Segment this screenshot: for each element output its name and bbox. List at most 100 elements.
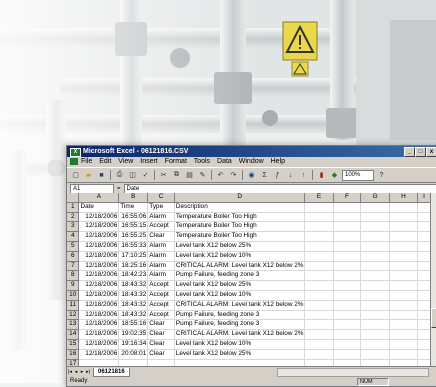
cell-empty[interactable] xyxy=(417,339,431,350)
open-icon[interactable]: ▰ xyxy=(83,170,94,181)
cell-empty[interactable] xyxy=(360,251,390,262)
cell-a[interactable]: Date xyxy=(78,202,120,213)
cell-b[interactable]: 16:55:06 xyxy=(118,212,149,223)
cell-empty[interactable] xyxy=(333,231,362,242)
cell-empty[interactable] xyxy=(333,290,362,301)
copy-icon[interactable]: ⧉ xyxy=(171,170,182,181)
menu-data[interactable]: Data xyxy=(217,158,232,165)
cell-a[interactable]: 12/18/2006 xyxy=(78,231,120,242)
undo-icon[interactable]: ↶ xyxy=(215,170,226,181)
column-header[interactable]: H xyxy=(389,193,418,203)
cell-empty[interactable] xyxy=(333,319,362,331)
cell-c[interactable]: Clear xyxy=(147,319,175,331)
close-button[interactable]: x xyxy=(426,147,436,157)
cell-c[interactable]: Accept xyxy=(147,310,175,321)
cell-d[interactable]: Temperature Boiler Too High xyxy=(174,231,306,242)
cell-a[interactable]: 12/18/2006 xyxy=(78,329,120,340)
cell-empty[interactable] xyxy=(417,251,431,262)
cell-empty[interactable] xyxy=(333,202,362,213)
redo-icon[interactable]: ↷ xyxy=(228,170,239,181)
workbook-icon[interactable] xyxy=(70,158,78,165)
column-header[interactable]: G xyxy=(360,193,390,203)
minimize-button[interactable]: _ xyxy=(404,147,415,157)
cell-b[interactable]: 18:43:32 xyxy=(118,280,149,291)
row-header[interactable]: 10 xyxy=(67,290,80,301)
cell-empty[interactable] xyxy=(304,329,334,340)
cell-d[interactable]: Pump Failure, feeding zone 3 xyxy=(174,310,306,321)
cell-empty[interactable] xyxy=(304,251,334,262)
cell-empty[interactable] xyxy=(417,359,431,366)
cell-empty[interactable] xyxy=(360,339,390,350)
cell-empty[interactable] xyxy=(360,359,390,366)
cell-d[interactable]: CRITICAL ALARM: Level tank X12 below 2% xyxy=(174,329,306,340)
row-header[interactable]: 13 xyxy=(67,319,80,331)
cell-empty[interactable] xyxy=(389,290,418,301)
row-header[interactable]: 2 xyxy=(67,212,80,223)
cell-b[interactable]: 18:55:16 xyxy=(118,319,149,331)
cell-empty[interactable] xyxy=(360,280,390,291)
drawing-icon[interactable]: ◆ xyxy=(329,170,340,181)
cell-empty[interactable] xyxy=(333,359,362,366)
cell-empty[interactable] xyxy=(417,319,431,331)
chart-icon[interactable]: ▮ xyxy=(316,170,327,181)
cell-empty[interactable] xyxy=(417,270,431,282)
cell-a[interactable]: 12/18/2006 xyxy=(78,300,120,311)
cell-c[interactable]: Type xyxy=(147,202,175,213)
cell-empty[interactable] xyxy=(360,319,390,331)
cell-a[interactable]: 12/18/2006 xyxy=(78,280,120,291)
menu-format[interactable]: Format xyxy=(165,158,187,165)
cell-empty[interactable] xyxy=(304,231,334,242)
spelling-icon[interactable]: ✓ xyxy=(140,170,151,181)
cell-d[interactable]: Description xyxy=(174,202,306,213)
cell-empty[interactable] xyxy=(417,261,431,272)
name-box[interactable]: A1 xyxy=(70,183,114,194)
cell-b[interactable]: 16:55:15 xyxy=(118,221,149,233)
cell-empty[interactable] xyxy=(304,261,334,272)
cell-empty[interactable] xyxy=(360,261,390,272)
menu-insert[interactable]: Insert xyxy=(140,158,158,165)
cell-a[interactable]: 12/18/2006 xyxy=(78,349,120,360)
preview-icon[interactable]: ◫ xyxy=(127,170,138,181)
cell-empty[interactable] xyxy=(333,241,362,252)
menu-edit[interactable]: Edit xyxy=(99,158,111,165)
cell-empty[interactable] xyxy=(360,310,390,321)
cell-b[interactable]: 16:55:25 xyxy=(118,231,149,242)
cell-d[interactable]: Level tank X12 below 10% xyxy=(174,339,306,350)
cell-empty[interactable] xyxy=(304,212,334,223)
row-header[interactable]: 1 xyxy=(67,202,80,213)
cell-empty[interactable] xyxy=(333,280,362,291)
cell-empty[interactable] xyxy=(304,349,334,360)
cell-d[interactable]: Temperature Boiler Too High xyxy=(174,212,306,223)
row-header[interactable]: 16 xyxy=(67,349,80,360)
sheet-tab-active[interactable]: 06121816 xyxy=(93,367,130,377)
cell-empty[interactable] xyxy=(417,241,431,252)
cell-c[interactable]: Alarm xyxy=(147,251,175,262)
cell-empty[interactable] xyxy=(389,251,418,262)
cell-empty[interactable] xyxy=(360,349,390,360)
cell-empty[interactable] xyxy=(389,319,418,331)
cell-c[interactable]: Clear xyxy=(147,339,175,350)
row-header[interactable]: 17 xyxy=(67,359,80,366)
save-icon[interactable]: ■ xyxy=(96,170,107,181)
cell-d[interactable]: CRITICAL ALARM: Level tank X12 below 2% xyxy=(174,300,306,311)
vertical-scrollbar[interactable] xyxy=(430,193,436,366)
help-icon[interactable]: ? xyxy=(376,170,387,181)
cell-empty[interactable] xyxy=(333,329,362,340)
sort-ascending-icon[interactable]: ↓ xyxy=(285,170,296,181)
cell-empty[interactable] xyxy=(304,310,334,321)
cell-empty[interactable] xyxy=(360,270,390,282)
menu-view[interactable]: View xyxy=(118,158,133,165)
cell-b[interactable]: 18:25:16 xyxy=(118,261,149,272)
cell-c[interactable]: Clear xyxy=(147,349,175,360)
cell-c[interactable] xyxy=(147,359,175,366)
cell-b[interactable]: 17:10:25 xyxy=(118,251,149,262)
cell-empty[interactable] xyxy=(333,212,362,223)
cell-c[interactable]: Alarm xyxy=(147,261,175,272)
cell-empty[interactable] xyxy=(304,270,334,282)
cell-empty[interactable] xyxy=(389,300,418,311)
cell-c[interactable]: Clear xyxy=(147,231,175,242)
menu-tools[interactable]: Tools xyxy=(194,158,210,165)
title-bar[interactable]: X Microsoft Excel - 06121816.CSV _ □ x xyxy=(67,146,436,157)
column-header[interactable]: F xyxy=(333,193,362,203)
cell-empty[interactable] xyxy=(389,359,418,366)
